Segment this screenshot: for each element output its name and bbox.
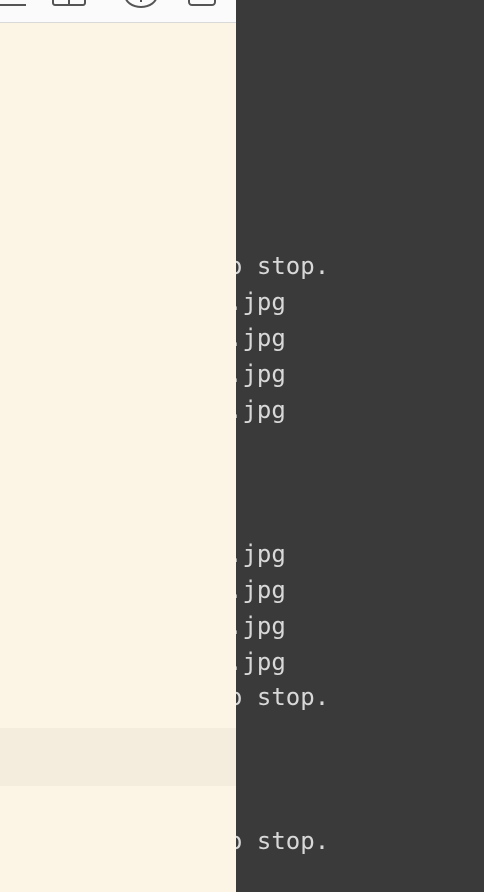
screen: o stop. .jpg .jpg .jpg .jpg .jpg .jpg .j…: [0, 0, 484, 892]
current-line-highlight: [0, 728, 236, 786]
terminal-line: .jpg: [236, 612, 286, 640]
info-icon[interactable]: [124, 0, 158, 8]
terminal-line: o stop.: [236, 252, 330, 280]
terminal-line: .jpg: [236, 648, 286, 676]
terminal-line: .jpg: [236, 576, 286, 604]
window-icon[interactable]: [188, 0, 216, 6]
terminal-pane[interactable]: o stop. .jpg .jpg .jpg .jpg .jpg .jpg .j…: [236, 0, 484, 892]
editor-pane[interactable]: [0, 0, 236, 892]
menu-icon[interactable]: [0, 0, 26, 6]
terminal-line: o stop.: [236, 683, 330, 711]
terminal-line: .jpg: [236, 396, 286, 424]
terminal-line: .jpg: [236, 324, 286, 352]
editor-toolbar: [0, 0, 236, 23]
book-icon[interactable]: [52, 0, 86, 6]
terminal-line: o stop.: [236, 827, 330, 855]
terminal-line: .jpg: [236, 360, 286, 388]
terminal-line: .jpg: [236, 288, 286, 316]
terminal-line: .jpg: [236, 540, 286, 568]
